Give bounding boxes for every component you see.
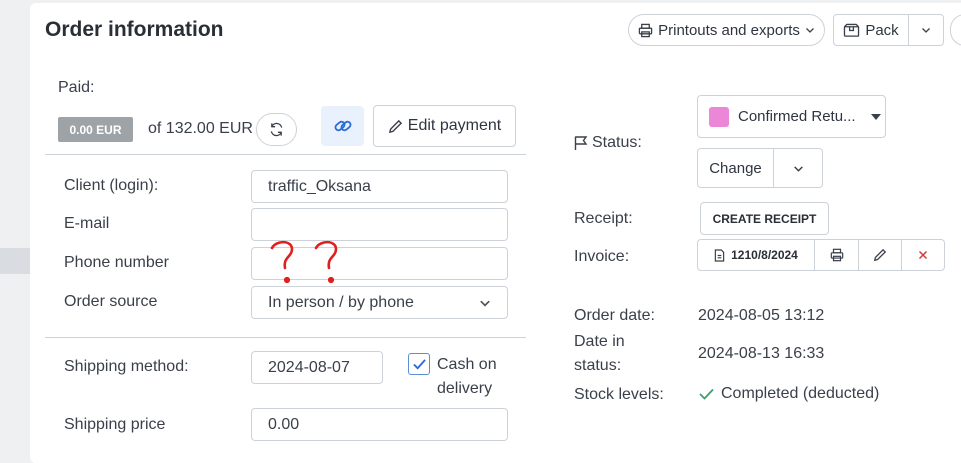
delete-invoice-button[interactable] <box>902 239 945 271</box>
date-in-status-value: 2024-08-13 16:33 <box>698 345 825 362</box>
chevron-down-icon <box>793 163 804 174</box>
change-status-label: Change <box>709 159 762 177</box>
edit-payment-button[interactable]: Edit payment <box>373 105 516 147</box>
stock-levels-value: Completed (deducted) <box>721 385 880 402</box>
chevron-down-icon <box>805 25 815 35</box>
change-status-button[interactable]: Change <box>697 148 774 188</box>
edit-invoice-button[interactable] <box>859 239 902 271</box>
left-panel-edge <box>0 248 30 274</box>
chevron-down-icon <box>479 297 491 309</box>
paid-label: Paid: <box>58 79 95 96</box>
edit-payment-label: Edit payment <box>407 117 502 134</box>
checkmark-icon <box>698 387 715 401</box>
email-field[interactable] <box>251 208 508 241</box>
cash-on-delivery-checkbox[interactable] <box>408 353 430 375</box>
create-receipt-label: CREATE RECEIPT <box>712 211 817 226</box>
checkmark-icon <box>412 358 427 371</box>
divider <box>45 154 526 155</box>
page-title: Order information <box>45 18 224 41</box>
shipping-price-label: Shipping price <box>64 416 166 433</box>
order-date-value: 2024-08-05 13:12 <box>698 307 825 324</box>
client-field[interactable]: traffic_Oksana <box>251 170 508 203</box>
refresh-payment-button[interactable] <box>256 113 297 146</box>
status-color-swatch <box>709 106 729 127</box>
pack-label: Pack <box>865 21 899 39</box>
shipping-date-field[interactable]: 2024-08-07 <box>251 351 383 384</box>
chevron-down-icon <box>921 25 931 35</box>
order-date-label: Order date: <box>574 307 655 324</box>
invoice-number: 1210/8/2024 <box>731 248 798 262</box>
print-invoice-button[interactable] <box>815 239 859 271</box>
paid-amount-badge: 0.00 EUR <box>58 117 133 142</box>
status-label: Status: <box>592 134 642 151</box>
status-select[interactable]: Confirmed Retu... <box>697 95 886 138</box>
pencil-icon <box>873 248 887 262</box>
handwritten-question-marks <box>268 238 358 286</box>
status-label-wrap: Status: <box>573 134 642 152</box>
document-icon <box>714 248 725 262</box>
printer-icon <box>830 248 844 262</box>
order-source-select[interactable]: In person / by phone <box>251 286 508 319</box>
create-receipt-button[interactable]: CREATE RECEIPT <box>700 202 829 235</box>
flag-icon <box>573 135 589 151</box>
close-icon <box>918 250 928 260</box>
invoice-label: Invoice: <box>574 248 630 265</box>
printouts-exports-label: Printouts and exports <box>658 21 800 39</box>
receipt-label: Receipt: <box>574 210 633 227</box>
cash-on-delivery-label-line1: Cash on <box>437 356 497 373</box>
cash-on-delivery-label-line2: delivery <box>437 380 493 397</box>
date-in-status-label-line1: Date in <box>574 333 625 350</box>
refresh-icon <box>269 122 284 137</box>
box-icon <box>843 23 860 38</box>
change-status-dropdown[interactable] <box>774 148 823 188</box>
invoice-document-button[interactable]: 1210/8/2024 <box>697 239 815 271</box>
phone-label: Phone number <box>64 254 169 271</box>
status-value: Confirmed Retu... <box>738 108 856 125</box>
printouts-exports-button[interactable]: Printouts and exports <box>628 14 825 46</box>
divider <box>45 337 526 338</box>
date-in-status-label-line2: status: <box>574 357 622 374</box>
pack-dropdown-button[interactable] <box>909 14 944 46</box>
pack-button[interactable]: Pack <box>833 14 909 46</box>
shipping-method-label: Shipping method: <box>64 358 189 375</box>
printer-icon <box>638 23 653 38</box>
total-amount: of 132.00 EUR <box>148 120 253 137</box>
shipping-price-field[interactable]: 0.00 <box>251 408 508 441</box>
client-label: Client (login): <box>64 177 159 194</box>
pencil-icon <box>388 119 403 134</box>
email-label: E-mail <box>64 215 110 232</box>
order-source-label: Order source <box>64 293 158 310</box>
payment-link-button[interactable] <box>321 106 364 146</box>
order-source-value: In person / by phone <box>268 293 414 311</box>
stock-levels-status: Completed (deducted) <box>698 385 879 403</box>
link-icon <box>333 116 353 136</box>
stock-levels-label: Stock levels: <box>574 386 664 403</box>
caret-down-icon <box>870 113 881 121</box>
